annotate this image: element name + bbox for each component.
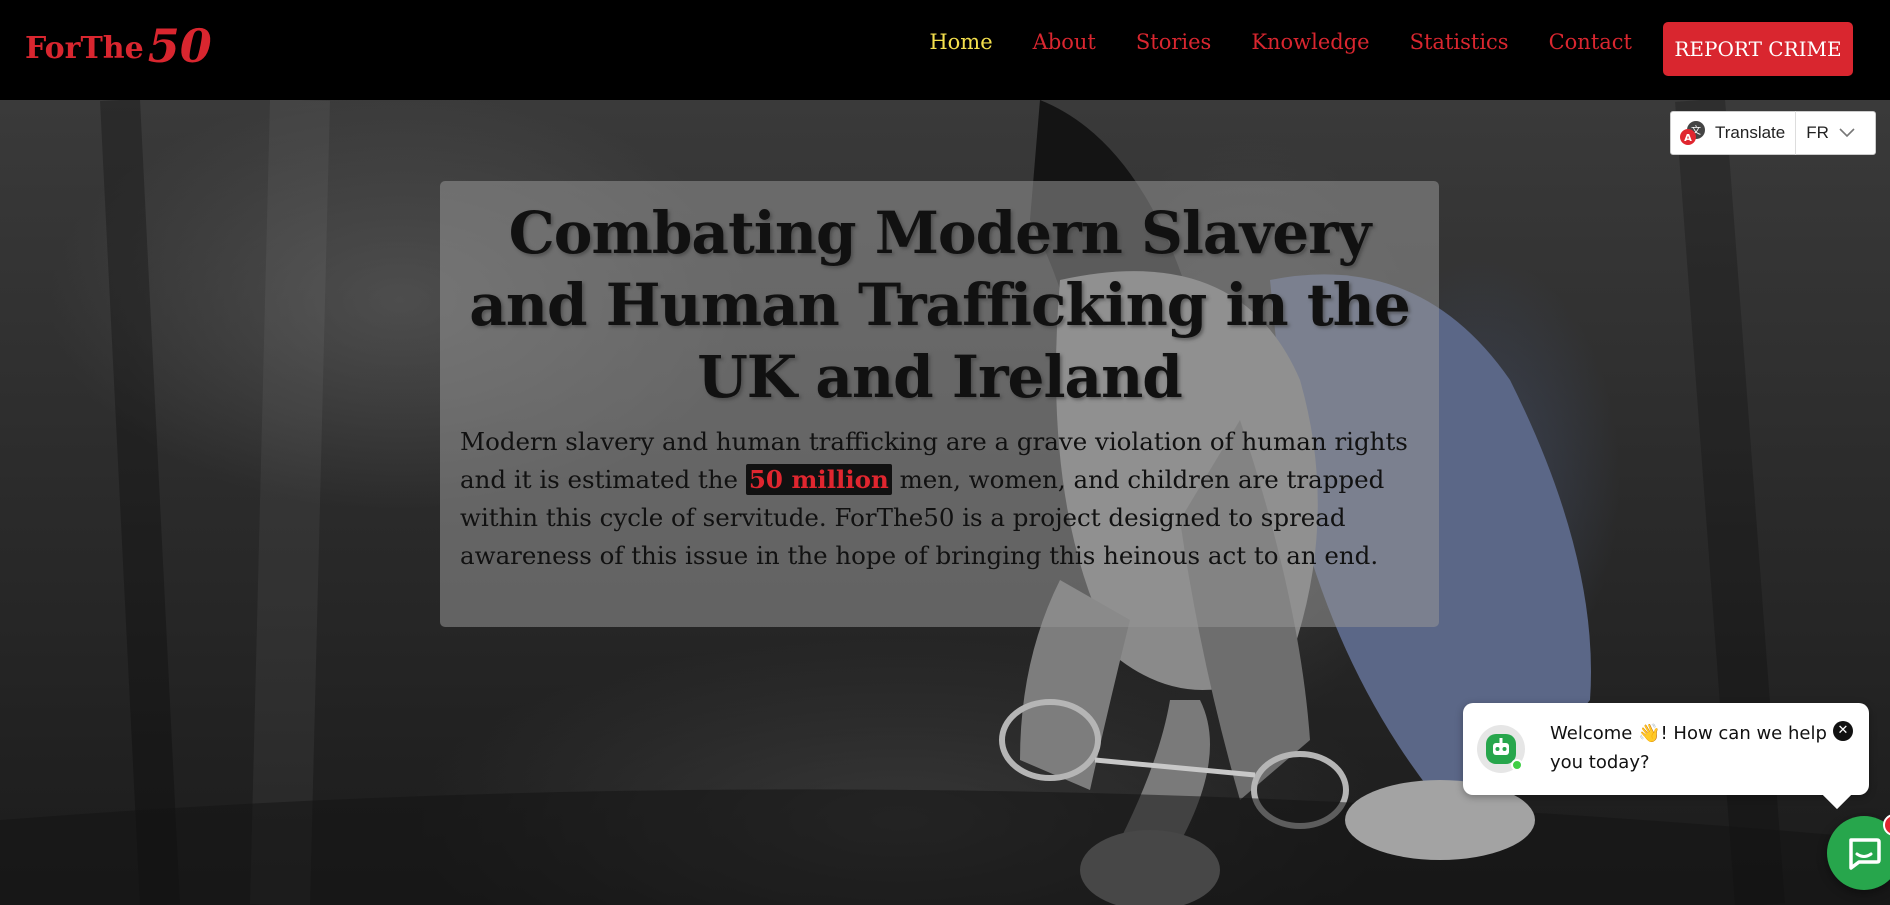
translate-icon: 文 A — [1679, 119, 1707, 147]
report-crime-button[interactable]: REPORT CRIME — [1663, 22, 1853, 76]
hero-card: Combating Modern Slavery and Human Traff… — [440, 181, 1439, 627]
language-select[interactable]: FR — [1806, 123, 1855, 143]
nav-stories[interactable]: Stories — [1136, 30, 1211, 54]
chat-icon — [1849, 838, 1881, 870]
navbar: ForThe 50 Home About Stories Knowledge S… — [0, 0, 1890, 100]
nav-statistics[interactable]: Statistics — [1410, 30, 1509, 54]
nav-home[interactable]: Home — [929, 30, 992, 54]
svg-text:A: A — [1684, 133, 1692, 144]
chat-welcome-text: Welcome 👋! How can we help you today? — [1550, 723, 1827, 773]
logo-number: 50 — [147, 19, 212, 73]
translate-label: Translate — [1715, 111, 1797, 155]
nav-about[interactable]: About — [1033, 30, 1096, 54]
logo-text: ForThe — [25, 30, 144, 66]
site-logo[interactable]: ForThe 50 — [25, 18, 212, 78]
close-icon[interactable]: ✕ — [1833, 721, 1853, 741]
nav-contact[interactable]: Contact — [1549, 30, 1632, 54]
hero-description: Modern slavery and human trafficking are… — [440, 423, 1439, 575]
chat-welcome-bubble[interactable]: Welcome 👋! How can we help you today? ✕ — [1463, 703, 1869, 795]
chatbot-avatar — [1477, 725, 1525, 773]
selected-language: FR — [1806, 123, 1829, 142]
hero-headline: Combating Modern Slavery and Human Traff… — [469, 199, 1411, 411]
translate-widget: 文 A Translate FR — [1670, 111, 1876, 155]
online-indicator — [1511, 759, 1523, 771]
chevron-down-icon — [1839, 128, 1855, 138]
nav-knowledge[interactable]: Knowledge — [1251, 30, 1369, 54]
main-nav: Home About Stories Knowledge Statistics … — [929, 30, 1632, 54]
highlight-50-million: 50 million — [745, 464, 892, 495]
